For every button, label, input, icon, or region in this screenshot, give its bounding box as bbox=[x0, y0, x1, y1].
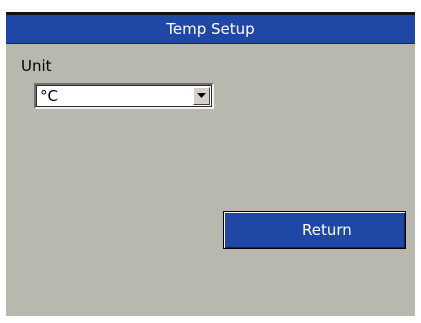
return-button[interactable]: Return bbox=[223, 211, 406, 249]
unit-dropdown-button[interactable] bbox=[193, 87, 210, 105]
chevron-down-icon bbox=[197, 93, 206, 98]
temp-setup-window: Temp Setup Unit °C Return bbox=[6, 12, 415, 316]
title-bar: Temp Setup bbox=[6, 15, 415, 44]
unit-label: Unit bbox=[21, 57, 52, 75]
unit-select[interactable]: °C bbox=[34, 83, 214, 109]
window-title: Temp Setup bbox=[166, 20, 255, 38]
return-button-label: Return bbox=[302, 221, 352, 239]
unit-selected-value: °C bbox=[40, 87, 58, 105]
